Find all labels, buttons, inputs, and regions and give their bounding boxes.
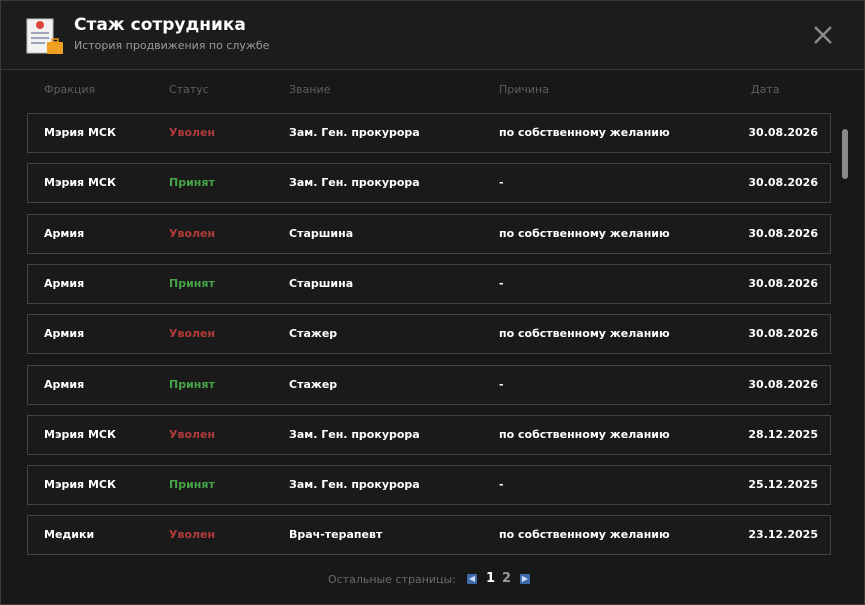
row-status: Принят <box>169 176 215 189</box>
table-row[interactable]: Мэрия МСК Принят Зам. Ген. прокурора - 30.08… <box>27 163 831 203</box>
row-date: 30.08.2026 <box>748 378 818 391</box>
row-rank: Зам. Ген. прокурора <box>289 428 420 441</box>
row-faction: Армия <box>44 378 85 391</box>
row-reason: - <box>499 478 504 491</box>
row-date: 28.12.2025 <box>748 428 818 441</box>
row-status: Принят <box>169 478 215 491</box>
table-row[interactable]: Медики Уволен Врач-терапевт по собственному… <box>27 515 831 555</box>
row-status: Уволен <box>169 227 216 240</box>
row-faction: Мэрия МСК <box>44 126 116 139</box>
window-subtitle: История продвижения по службе <box>74 39 270 52</box>
row-date: 30.08.2026 <box>748 327 818 340</box>
page-1-button[interactable]: 1 <box>486 571 495 586</box>
row-status: Уволен <box>169 528 216 541</box>
chevron-left-icon[interactable]: ◀ <box>467 574 477 584</box>
row-reason: по собственному желанию <box>499 126 670 139</box>
row-status: Принят <box>169 277 215 290</box>
column-rank: Звание <box>289 83 331 96</box>
row-reason: по собственному желанию <box>499 227 670 240</box>
scrollbar-track[interactable] <box>841 113 849 557</box>
column-reason: Причина <box>499 83 549 96</box>
row-date: 23.12.2025 <box>748 528 818 541</box>
row-status: Принят <box>169 378 215 391</box>
table-row[interactable]: Мэрия МСК Принят Зам. Ген. прокурора - 25.12… <box>27 465 831 505</box>
close-icon[interactable] <box>812 24 834 46</box>
row-faction: Медики <box>44 528 95 541</box>
row-date: 30.08.2026 <box>748 176 818 189</box>
row-rank: Зам. Ген. прокурора <box>289 176 420 189</box>
chevron-right-icon[interactable]: ▶ <box>520 574 530 584</box>
row-date: 30.08.2026 <box>748 126 818 139</box>
row-rank: Старшина <box>289 277 354 290</box>
table-row[interactable]: Армия Уволен Стажер по собственному желанию… <box>27 314 831 354</box>
row-date: 30.08.2026 <box>748 277 818 290</box>
row-date: 25.12.2025 <box>748 478 818 491</box>
row-reason: по собственному желанию <box>499 327 670 340</box>
row-status: Уволен <box>169 327 216 340</box>
row-rank: Стажер <box>289 327 338 340</box>
row-status: Уволен <box>169 428 216 441</box>
pagination-label: Остальные страницы: <box>328 573 456 586</box>
table-row[interactable]: Армия Принят Старшина - 30.08.2026 <box>27 264 831 304</box>
row-rank: Зам. Ген. прокурора <box>289 478 420 491</box>
row-reason: по собственному желанию <box>499 528 670 541</box>
table-header: Фракция Статус Звание Причина Дата <box>1 83 864 101</box>
row-faction: Армия <box>44 227 85 240</box>
row-reason: по собственному желанию <box>499 428 670 441</box>
row-reason: - <box>499 378 504 391</box>
row-rank: Врач-терапевт <box>289 528 383 541</box>
column-status: Статус <box>169 83 209 96</box>
document-briefcase-icon <box>25 17 65 57</box>
row-faction: Армия <box>44 327 85 340</box>
page-2-button[interactable]: 2 <box>502 571 511 586</box>
row-rank: Стажер <box>289 378 338 391</box>
row-faction: Мэрия МСК <box>44 428 116 441</box>
table-row[interactable]: Мэрия МСК Уволен Зам. Ген. прокурора по соб… <box>27 415 831 455</box>
scrollbar-thumb[interactable] <box>842 129 848 179</box>
column-faction: Фракция <box>44 83 96 96</box>
employee-experience-window: Стаж сотрудника История продвижения по с… <box>0 0 865 605</box>
row-faction: Армия <box>44 277 85 290</box>
row-rank: Старшина <box>289 227 354 240</box>
row-rank: Зам. Ген. прокурора <box>289 126 420 139</box>
history-list[interactable]: Мэрия МСК Уволен Зам. Ген. прокурора по соб… <box>27 113 831 557</box>
row-reason: - <box>499 176 504 189</box>
row-date: 30.08.2026 <box>748 227 818 240</box>
window-title: Стаж сотрудника <box>74 15 246 35</box>
window-header: Стаж сотрудника История продвижения по с… <box>1 1 864 70</box>
table-row[interactable]: Армия Принят Стажер - 30.08.2026 <box>27 365 831 405</box>
row-reason: - <box>499 277 504 290</box>
row-status: Уволен <box>169 126 216 139</box>
pagination: Остальные страницы: ◀ 1 2 ▶ <box>1 571 864 588</box>
row-faction: Мэрия МСК <box>44 176 116 189</box>
row-faction: Мэрия МСК <box>44 478 116 491</box>
table-row[interactable]: Армия Уволен Старшина по собственному желан… <box>27 214 831 254</box>
table-row[interactable]: Мэрия МСК Уволен Зам. Ген. прокурора по соб… <box>27 113 831 153</box>
column-date: Дата <box>751 83 780 96</box>
